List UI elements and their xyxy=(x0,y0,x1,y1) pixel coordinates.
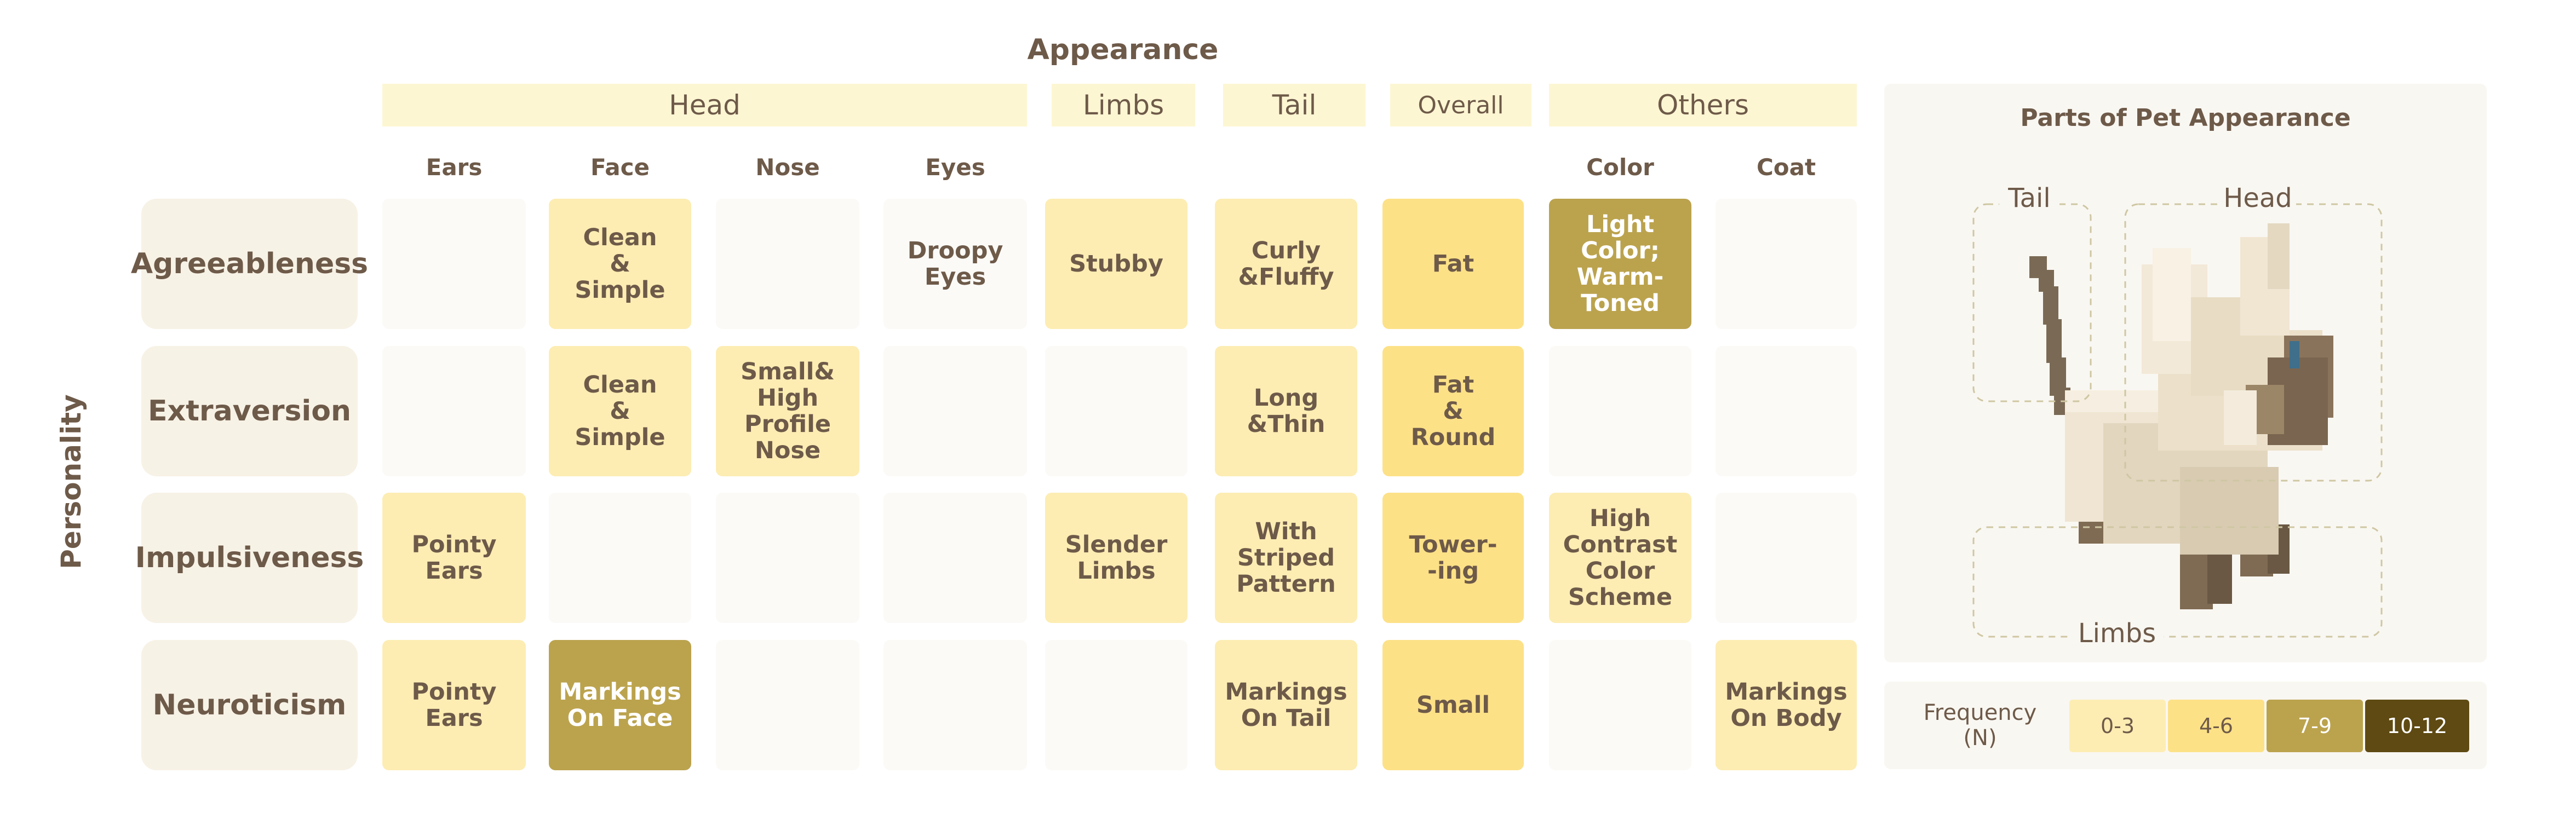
cat-tail xyxy=(2029,256,2070,415)
cell-extraversion-face: Clean & Simple xyxy=(549,346,691,476)
cell-extraversion-overall: Fat & Round xyxy=(1382,346,1524,476)
legend-title: Frequency (N) xyxy=(1923,700,2037,751)
cell-agreeableness-tail: Curly &Fluffy xyxy=(1215,199,1357,329)
cell-agreeableness-overall: Fat xyxy=(1382,199,1524,329)
cell-agreeableness-color: Light Color; Warm- Toned xyxy=(1549,199,1691,329)
legend-swatch-4-6: 4-6 xyxy=(2168,700,2264,752)
row-label-neuroticism: Neuroticism xyxy=(141,640,358,770)
personality-axis-label: Personality xyxy=(55,394,87,569)
cell-extraversion-tail: Long &Thin xyxy=(1215,346,1357,476)
cell-neuroticism-nose xyxy=(716,640,859,770)
cell-impulsiveness-ears: Pointy Ears xyxy=(382,493,526,623)
cell-extraversion-color xyxy=(1549,346,1691,476)
cell-neuroticism-limbs xyxy=(1045,640,1187,770)
legend-swatch-7-9: 7-9 xyxy=(2267,700,2363,752)
cell-neuroticism-overall: Small xyxy=(1382,640,1524,770)
cell-extraversion-coat xyxy=(1716,346,1857,476)
row-label-impulsiveness: Impulsiveness xyxy=(135,493,364,623)
group-header-limbs: Limbs xyxy=(1052,84,1195,126)
group-header-tail: Tail xyxy=(1223,84,1366,126)
row-label-agreeableness: Agreeableness xyxy=(131,199,368,329)
tail-region-label: Tail xyxy=(1999,181,2059,216)
column-header-face: Face xyxy=(590,153,650,181)
cell-neuroticism-tail: Markings On Tail xyxy=(1215,640,1357,770)
cell-extraversion-eyes xyxy=(883,346,1027,476)
legend-swatch-10-12: 10-12 xyxy=(2365,700,2469,752)
column-header-ears: Ears xyxy=(426,153,483,181)
cell-extraversion-nose: Small& High Profile Nose xyxy=(716,346,859,476)
column-header-coat: Coat xyxy=(1756,153,1816,181)
column-header-eyes: Eyes xyxy=(925,153,985,181)
cell-neuroticism-face: Markings On Face xyxy=(549,640,691,770)
cell-impulsiveness-overall: Tower- -ing xyxy=(1382,493,1524,623)
limbs-region-label: Limbs xyxy=(2070,616,2164,651)
cat-head xyxy=(2142,223,2333,451)
cell-impulsiveness-color: High Contrast Color Scheme xyxy=(1549,493,1691,623)
cell-impulsiveness-nose xyxy=(716,493,859,623)
head-region-label: Head xyxy=(2219,181,2296,216)
cell-extraversion-ears xyxy=(382,346,526,476)
legend-swatch-0-3: 0-3 xyxy=(2069,700,2166,752)
cell-impulsiveness-tail: With Striped Pattern xyxy=(1215,493,1357,623)
cell-neuroticism-ears: Pointy Ears xyxy=(382,640,526,770)
cell-agreeableness-face: Clean & Simple xyxy=(549,199,691,329)
voxel-cat-illustration xyxy=(1972,203,2383,638)
cell-neuroticism-color xyxy=(1549,640,1691,770)
cell-agreeableness-eyes: Droopy Eyes xyxy=(883,199,1027,329)
cell-extraversion-limbs xyxy=(1045,346,1187,476)
cell-impulsiveness-eyes xyxy=(883,493,1027,623)
group-header-others: Others xyxy=(1549,84,1857,126)
tail-region-outline xyxy=(1972,203,2092,402)
row-label-extraversion: Extraversion xyxy=(141,346,358,476)
cell-agreeableness-coat xyxy=(1716,199,1857,329)
column-header-color: Color xyxy=(1586,153,1654,181)
cell-agreeableness-ears xyxy=(382,199,526,329)
cell-impulsiveness-face xyxy=(549,493,691,623)
group-header-overall: Overall xyxy=(1390,84,1531,126)
cell-neuroticism-coat: Markings On Body xyxy=(1716,640,1857,770)
cell-impulsiveness-coat xyxy=(1716,493,1857,623)
cell-agreeableness-limbs: Stubby xyxy=(1045,199,1187,329)
cell-neuroticism-eyes xyxy=(883,640,1027,770)
cell-agreeableness-nose xyxy=(716,199,859,329)
cell-impulsiveness-limbs: Slender Limbs xyxy=(1045,493,1187,623)
column-header-nose: Nose xyxy=(755,153,820,181)
appearance-title: Appearance xyxy=(1027,33,1219,66)
group-header-head: Head xyxy=(382,84,1027,126)
